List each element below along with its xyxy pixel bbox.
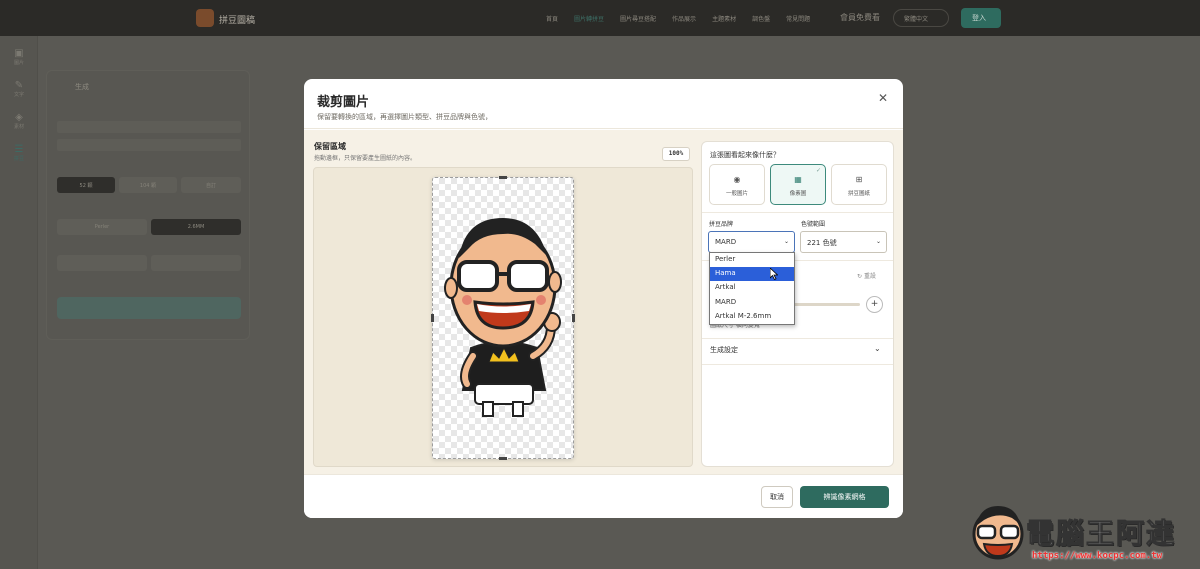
close-icon[interactable]: ✕	[875, 90, 891, 106]
panel-option[interactable]	[57, 255, 147, 271]
chevron-down-icon[interactable]: ⌄	[874, 344, 881, 353]
reset-button[interactable]: ↻ 重設	[857, 271, 876, 280]
size-chip[interactable]: 52 顆	[57, 177, 115, 193]
grid-icon: ▦	[794, 175, 802, 184]
pattern-icon: ⊞	[855, 175, 863, 184]
nav-item[interactable]: 圖片轉拼豆	[574, 14, 604, 23]
dialog-header: 裁剪圖片 保留要轉換的區域，再選擇圖片類型、拼豆品牌與色號， ✕	[304, 79, 903, 129]
size-chip[interactable]: 自訂	[181, 177, 241, 193]
nav-vip-link[interactable]: 會員免費看	[840, 12, 880, 23]
layers-icon: ◈	[15, 112, 23, 123]
toolbar-item-image[interactable]: ▣ 圖片	[8, 48, 30, 66]
zoom-level: 100%	[662, 147, 690, 161]
toolbar-label: 圖片	[13, 60, 24, 66]
brand-label: 拼豆品牌	[709, 221, 734, 228]
brand-value: MARD	[715, 238, 737, 246]
type-label: 像素圖	[789, 191, 807, 197]
language-label: 繁體中文	[904, 16, 929, 23]
brand-dropdown-list: Perler Hama Artkal MARD Artkal M-2.6mm	[709, 252, 795, 325]
watermark-url: https://www.kocpc.com.tw	[1032, 551, 1163, 561]
crop-image-dialog: 裁剪圖片 保留要轉換的區域，再選擇圖片類型、拼豆品牌與色號， ✕ 保留區域 拖動…	[304, 79, 903, 518]
panel-select[interactable]	[57, 121, 241, 133]
generate-panel: 生成 52 顆 104 顆 自訂 Perler 2.6MM	[46, 70, 250, 340]
type-label: 一般圖片	[725, 191, 748, 197]
nav-item[interactable]: 首頁	[546, 14, 558, 23]
size-slider[interactable]	[790, 303, 860, 306]
toolbar-label: 拼豆	[13, 156, 24, 162]
brand-chip[interactable]: Perler	[57, 219, 147, 235]
dialog-body: 保留區域 拖動邊框，只保留要產生圖紙的內容。 100% 這張圖看起來像什麼？ ◉…	[304, 130, 903, 474]
cancel-button[interactable]: 取消	[761, 486, 793, 508]
generate-button[interactable]	[57, 297, 241, 319]
left-toolbar: ▣ 圖片 ✎ 文字 ◈ 素材 ☰ 拼豆	[0, 36, 38, 569]
watermark-text: 電腦王阿達	[1025, 517, 1177, 551]
crop-section-title: 保留區域	[314, 142, 346, 151]
type-option-pixel-art[interactable]: ✓ ▦ 像素圖	[770, 164, 826, 205]
color-range-value: 221 色號	[807, 239, 837, 247]
image-icon: ▣	[14, 48, 24, 59]
color-range-select[interactable]: 221 色號 ⌄	[800, 231, 887, 253]
toolbar-label: 素材	[13, 124, 24, 130]
brand-option[interactable]: Artkal	[710, 281, 794, 295]
size-chip[interactable]: 104 顆	[119, 177, 177, 193]
cartoon-image	[444, 218, 562, 417]
detect-pixel-grid-button[interactable]: 辨識像素網格	[800, 486, 889, 508]
color-range-label: 色號範圍	[801, 221, 826, 228]
crop-handle-right[interactable]	[572, 314, 575, 322]
sliders-icon: ☰	[14, 144, 24, 155]
reset-label: 重設	[863, 273, 876, 280]
camera-icon: ◉	[733, 175, 741, 184]
image-type-question: 這張圖看起來像什麼？	[710, 151, 780, 159]
logo-icon[interactable]	[196, 9, 214, 27]
divider	[702, 364, 893, 365]
mouse-cursor-icon	[770, 268, 778, 280]
dialog-title: 裁剪圖片	[317, 95, 370, 110]
nav-item[interactable]: 常見問題	[786, 14, 810, 23]
nav-item[interactable]: 作品展示	[672, 14, 696, 23]
type-option-bead-pattern[interactable]: ⊞ 拼豆圖紙	[831, 164, 887, 205]
nav-item[interactable]: 圖片尋豆搭配	[620, 14, 656, 23]
crop-handle-bottom[interactable]	[499, 457, 507, 460]
check-icon: ✓	[815, 167, 821, 174]
crop-handle-left[interactable]	[431, 314, 434, 322]
crop-hint: 拖動邊框，只保留要產生圖紙的內容。	[314, 155, 417, 162]
dialog-subtitle: 保留要轉換的區域，再選擇圖片類型、拼豆品牌與色號，	[317, 113, 492, 121]
type-label: 拼豆圖紙	[847, 191, 870, 197]
toolbar-label: 文字	[13, 92, 24, 98]
generation-settings-toggle[interactable]: 生成設定	[710, 345, 738, 355]
brand-select[interactable]: MARD ⌄	[708, 231, 795, 253]
app-name: 拼豆圖稿	[219, 16, 256, 26]
brand-option[interactable]: Perler	[710, 253, 794, 267]
brand-option[interactable]: MARD	[710, 296, 794, 310]
pen-icon: ✎	[14, 80, 24, 91]
brand-option[interactable]: Artkal M-2.6mm	[710, 310, 794, 324]
dialog-footer: 取消 辨識像素網格	[304, 474, 903, 518]
chevron-down-icon: ⌄	[783, 238, 789, 245]
panel-select[interactable]	[57, 139, 241, 151]
plus-icon[interactable]: +	[866, 296, 883, 313]
toolbar-item-text[interactable]: ✎ 文字	[8, 80, 30, 98]
type-option-photo[interactable]: ◉ 一般圖片	[709, 164, 765, 205]
toolbar-item-assets[interactable]: ◈ 素材	[8, 112, 30, 130]
nav-item[interactable]: 調色盤	[752, 14, 770, 23]
brand-option[interactable]: Hama	[710, 267, 794, 282]
divider	[702, 212, 893, 213]
crop-canvas[interactable]	[313, 167, 693, 467]
bead-size-chip[interactable]: 2.6MM	[151, 219, 241, 235]
reset-icon: ↻	[857, 273, 863, 280]
watermark-mascot-icon	[972, 506, 1024, 560]
language-selector[interactable]: 繁體中文	[893, 9, 949, 27]
chevron-down-icon: ⌄	[875, 238, 881, 245]
crop-frame[interactable]	[431, 176, 575, 460]
main-nav: 首頁 圖片轉拼豆 圖片尋豆搭配 作品展示 主題素材 調色盤 常見問題	[546, 14, 810, 23]
login-label: 登入	[972, 14, 986, 22]
crop-handle-top[interactable]	[499, 176, 507, 179]
divider	[702, 338, 893, 339]
nav-item[interactable]: 主題素材	[712, 14, 736, 23]
panel-option[interactable]	[151, 255, 241, 271]
top-navbar: 拼豆圖稿 首頁 圖片轉拼豆 圖片尋豆搭配 作品展示 主題素材 調色盤 常見問題 …	[0, 0, 1200, 36]
toolbar-item-beads[interactable]: ☰ 拼豆	[8, 144, 30, 162]
login-button[interactable]: 登入	[961, 8, 1001, 28]
panel-title: 生成	[75, 83, 89, 91]
